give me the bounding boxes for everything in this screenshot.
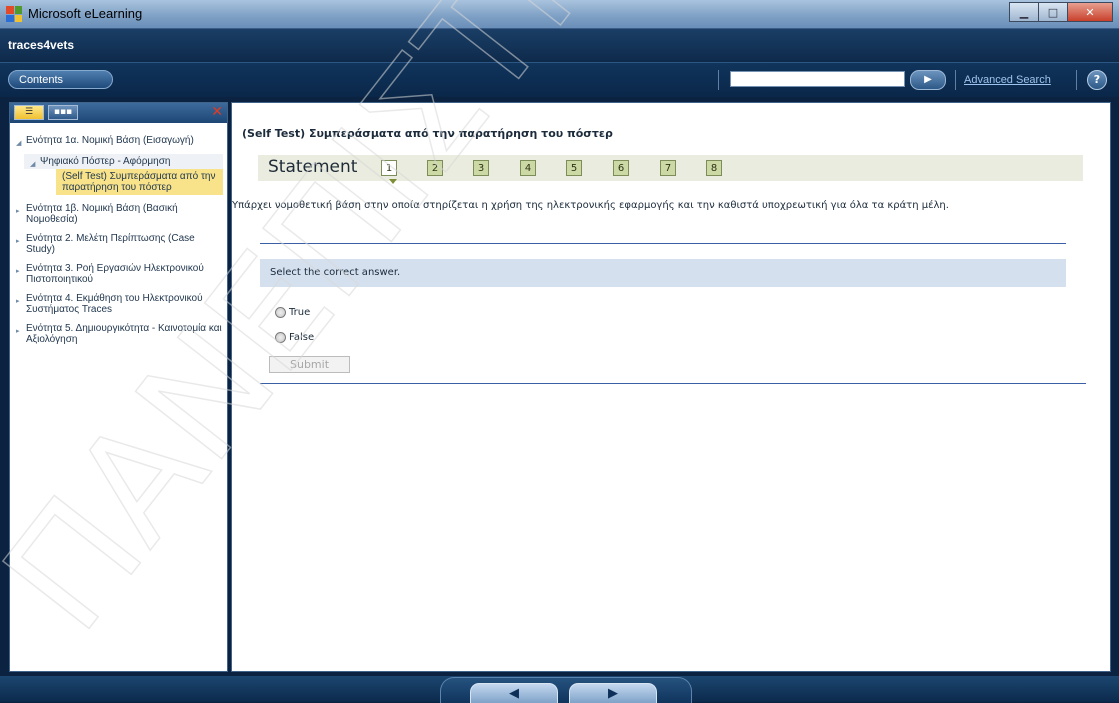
tree-item-label: Ενότητα 1β. Νομική Βάση (Βασική Νομοθεσί…	[26, 203, 178, 225]
toolbar-divider	[955, 70, 956, 90]
tree-item[interactable]: ▸ Ενότητα 5. Δημιουργικότητα - Καινοτομί…	[10, 321, 227, 347]
tree-item-label: (Self Test) Συμπεράσματα από την παρατήρ…	[62, 171, 216, 193]
statement-page-6[interactable]: 6	[613, 160, 629, 176]
app-brand: traces4vets	[8, 38, 75, 52]
collapsed-arrow-icon: ▸	[16, 298, 20, 305]
statement-page-8[interactable]: 8	[706, 160, 722, 176]
option-true[interactable]: True	[275, 307, 310, 318]
question-text: Υπάρχει νομοθετική βάση στην οποία στηρί…	[232, 200, 949, 211]
tree-item-label: Ψηφιακό Πόστερ - Αφόρμηση	[40, 156, 171, 167]
close-window-button[interactable]: ✕	[1067, 2, 1113, 22]
arrow-right-icon: ▶	[608, 686, 618, 701]
tree-item[interactable]: ◢ Ενότητα 1α. Νομική Βάση (Εισαγωγή)	[10, 133, 227, 148]
minimize-button[interactable]: ▁	[1009, 2, 1039, 22]
tab-table-of-contents[interactable]: ☰	[14, 105, 44, 120]
tree-item-label: Ενότητα 5. Δημιουργικότητα - Καινοτομία …	[26, 323, 222, 345]
maximize-button[interactable]: □	[1038, 2, 1068, 22]
divider	[260, 243, 1066, 244]
contents-sidebar: ☰ ▪▪▪ ✕ ◢ Ενότητα 1α. Νομική Βάση (Εισαγ…	[9, 102, 228, 672]
expanded-arrow-icon: ◢	[30, 161, 36, 168]
app-header: traces4vets	[0, 29, 1119, 62]
content-pane: (Self Test) Συμπεράσματα από την παρατήρ…	[231, 102, 1111, 672]
advanced-search-link[interactable]: Advanced Search	[964, 74, 1051, 86]
next-button[interactable]: ▶	[569, 683, 657, 703]
statement-label: Statement	[268, 157, 358, 177]
tab-grid-view[interactable]: ▪▪▪	[48, 105, 78, 120]
statement-page-2[interactable]: 2	[427, 160, 443, 176]
tree-item[interactable]: ▸ Ενότητα 2. Μελέτη Περίπτωσης (Case Stu…	[10, 231, 227, 257]
contents-button[interactable]: Contents	[8, 70, 113, 89]
statement-page-5[interactable]: 5	[566, 160, 582, 176]
app-icon	[6, 6, 22, 22]
option-false[interactable]: False	[275, 332, 314, 343]
arrow-right-icon: ▶	[924, 74, 932, 85]
list-icon: ☰	[24, 107, 34, 117]
statement-bar: Statement 1 2 3 4 5 6 7 8	[258, 155, 1083, 184]
statement-page-3[interactable]: 3	[473, 160, 489, 176]
previous-button[interactable]: ◀	[470, 683, 558, 703]
tree-item[interactable]: ▸ Ενότητα 1β. Νομική Βάση (Βασική Νομοθε…	[10, 201, 227, 227]
option-label: True	[289, 307, 311, 318]
search-go-button[interactable]: ▶	[910, 70, 946, 90]
statement-page-7[interactable]: 7	[660, 160, 676, 176]
grid-icon: ▪▪▪	[53, 107, 73, 117]
sidebar-tabs: ☰ ▪▪▪ ✕	[10, 103, 227, 123]
current-page-marker-icon	[389, 179, 397, 184]
tree-item-label: Ενότητα 3. Ροή Εργασιών Ηλεκτρονικού Πισ…	[26, 263, 204, 285]
submit-button[interactable]: Submit	[269, 356, 350, 373]
tree-item-label: Ενότητα 2. Μελέτη Περίπτωσης (Case Study…	[26, 233, 195, 255]
contents-tree: ◢ Ενότητα 1α. Νομική Βάση (Εισαγωγή) ◢ Ψ…	[10, 133, 227, 347]
page-title: (Self Test) Συμπεράσματα από την παρατήρ…	[242, 127, 613, 140]
statement-page-4[interactable]: 4	[520, 160, 536, 176]
tree-item-label: Ενότητα 4. Εκμάθηση του Ηλεκτρονικού Συσ…	[26, 293, 203, 315]
toolbar: Contents ▶ Advanced Search ?	[0, 62, 1119, 97]
window-controls: ▁ □ ✕	[1009, 2, 1113, 22]
tree-item-current[interactable]: (Self Test) Συμπεράσματα από την παρατήρ…	[56, 169, 223, 195]
radio-button[interactable]	[275, 307, 286, 318]
window-title: Microsoft eLearning	[28, 6, 143, 21]
option-label: False	[289, 332, 315, 343]
toolbar-divider	[1076, 70, 1077, 90]
collapsed-arrow-icon: ▸	[16, 238, 20, 245]
tree-item[interactable]: ▸ Ενότητα 3. Ροή Εργασιών Ηλεκτρονικού Π…	[10, 261, 227, 287]
tree-item[interactable]: ▸ Ενότητα 4. Εκμάθηση του Ηλεκτρονικού Σ…	[10, 291, 227, 317]
close-sidebar-icon[interactable]: ✕	[211, 104, 223, 120]
divider	[260, 383, 1086, 384]
window-title-bar: Microsoft eLearning ▁ □ ✕	[0, 0, 1119, 29]
tree-item-label: Ενότητα 1α. Νομική Βάση (Εισαγωγή)	[26, 135, 194, 146]
tree-item[interactable]: ◢ Ψηφιακό Πόστερ - Αφόρμηση	[24, 154, 223, 169]
collapsed-arrow-icon: ▸	[16, 208, 20, 215]
help-button[interactable]: ?	[1087, 70, 1107, 90]
arrow-left-icon: ◀	[509, 686, 519, 701]
expanded-arrow-icon: ◢	[16, 140, 22, 147]
collapsed-arrow-icon: ▸	[16, 328, 20, 335]
toolbar-divider	[718, 70, 719, 90]
radio-button[interactable]	[275, 332, 286, 343]
collapsed-arrow-icon: ▸	[16, 268, 20, 275]
instruction-text: Select the correct answer.	[260, 259, 1066, 287]
search-input[interactable]	[730, 71, 905, 87]
statement-page-1[interactable]: 1	[381, 160, 397, 176]
